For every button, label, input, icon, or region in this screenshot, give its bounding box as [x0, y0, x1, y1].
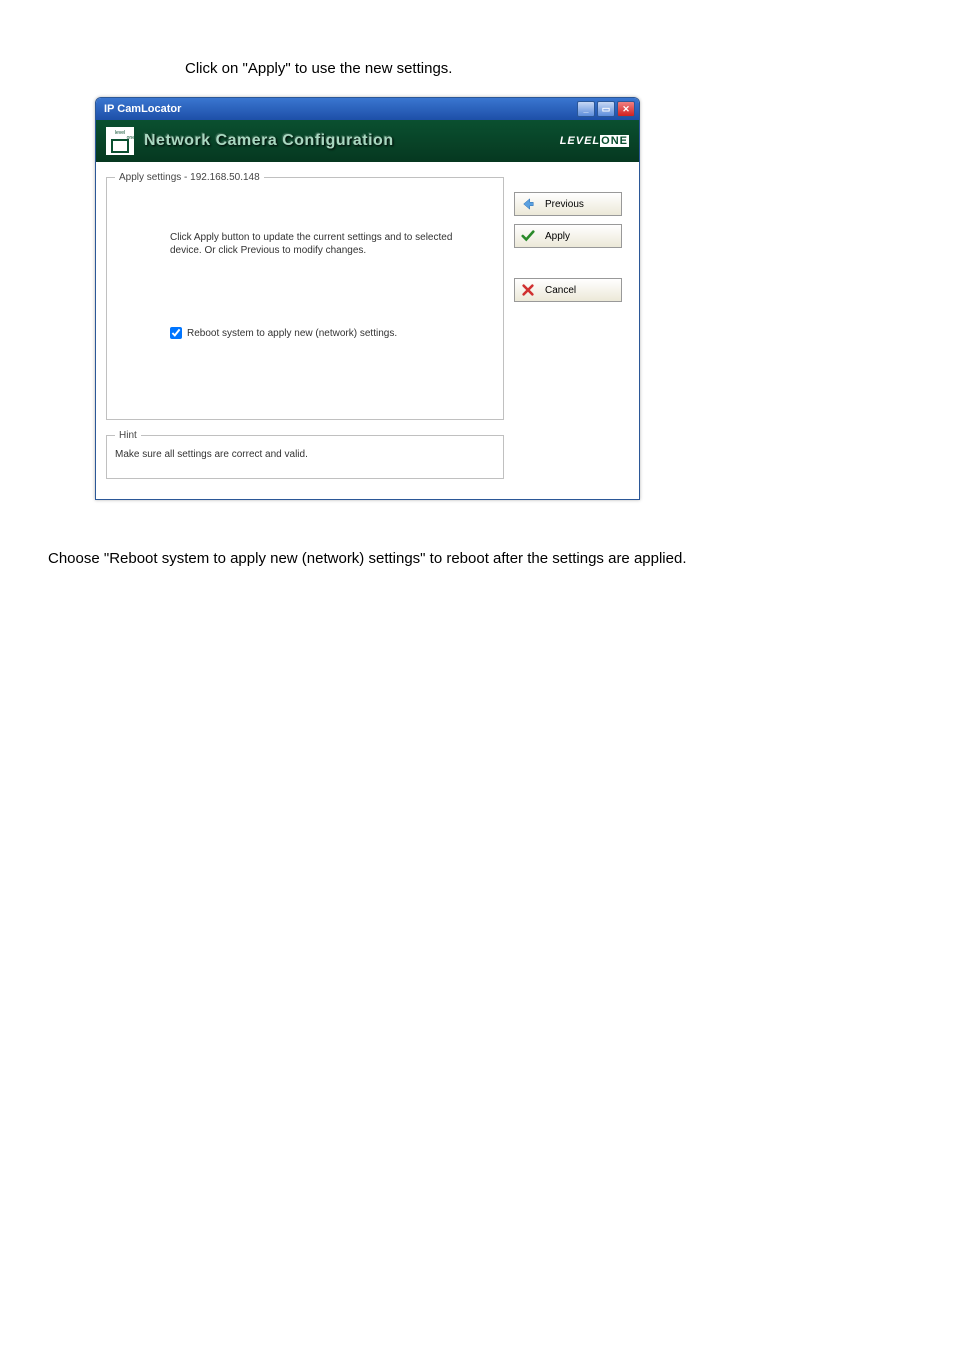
arrow-left-icon [521, 197, 535, 211]
apply-legend: Apply settings - 192.168.50.148 [115, 172, 264, 183]
hint-text: Make sure all settings are correct and v… [115, 449, 495, 460]
close-button[interactable]: ✕ [617, 101, 635, 117]
maximize-button[interactable]: ▭ [597, 101, 615, 117]
reboot-checkbox-row: Reboot system to apply new (network) set… [170, 327, 495, 339]
previous-button-label: Previous [545, 199, 584, 210]
check-icon [521, 229, 535, 243]
brand-prefix: LEVEL [560, 135, 600, 147]
outro-text: Choose "Reboot system to apply new (netw… [48, 550, 914, 567]
app-window: IP CamLocator _ ▭ ✕ level Network Camera… [95, 97, 640, 500]
previous-button[interactable]: Previous [514, 192, 622, 216]
left-column: Apply settings - 192.168.50.148 Click Ap… [106, 172, 504, 489]
hint-legend: Hint [115, 430, 141, 441]
header-title: Network Camera Configuration [144, 132, 560, 150]
intro-text: Click on "Apply" to use the new settings… [185, 60, 914, 77]
reboot-checkbox-label: Reboot system to apply new (network) set… [187, 328, 397, 339]
logo-box [111, 139, 129, 153]
cancel-button-label: Cancel [545, 285, 576, 296]
brand-text: LEVELONE [560, 135, 629, 147]
titlebar: IP CamLocator _ ▭ ✕ [96, 98, 639, 120]
window-title: IP CamLocator [100, 103, 181, 115]
window-body: Apply settings - 192.168.50.148 Click Ap… [96, 162, 639, 499]
header-banner: level Network Camera Configuration LEVEL… [96, 120, 639, 162]
brand-logo: level [106, 127, 134, 155]
reboot-checkbox[interactable] [170, 327, 182, 339]
apply-button[interactable]: Apply [514, 224, 622, 248]
minimize-button[interactable]: _ [577, 101, 595, 117]
brand-suffix: ONE [600, 135, 629, 147]
apply-settings-fieldset: Apply settings - 192.168.50.148 Click Ap… [106, 172, 504, 420]
apply-instruction-text: Click Apply button to update the current… [170, 231, 475, 257]
apply-button-label: Apply [545, 231, 570, 242]
cancel-button[interactable]: Cancel [514, 278, 622, 302]
window-controls: _ ▭ ✕ [577, 101, 635, 117]
x-icon [521, 283, 535, 297]
right-column: Previous Apply Cancel [514, 172, 629, 489]
hint-fieldset: Hint Make sure all settings are correct … [106, 430, 504, 479]
